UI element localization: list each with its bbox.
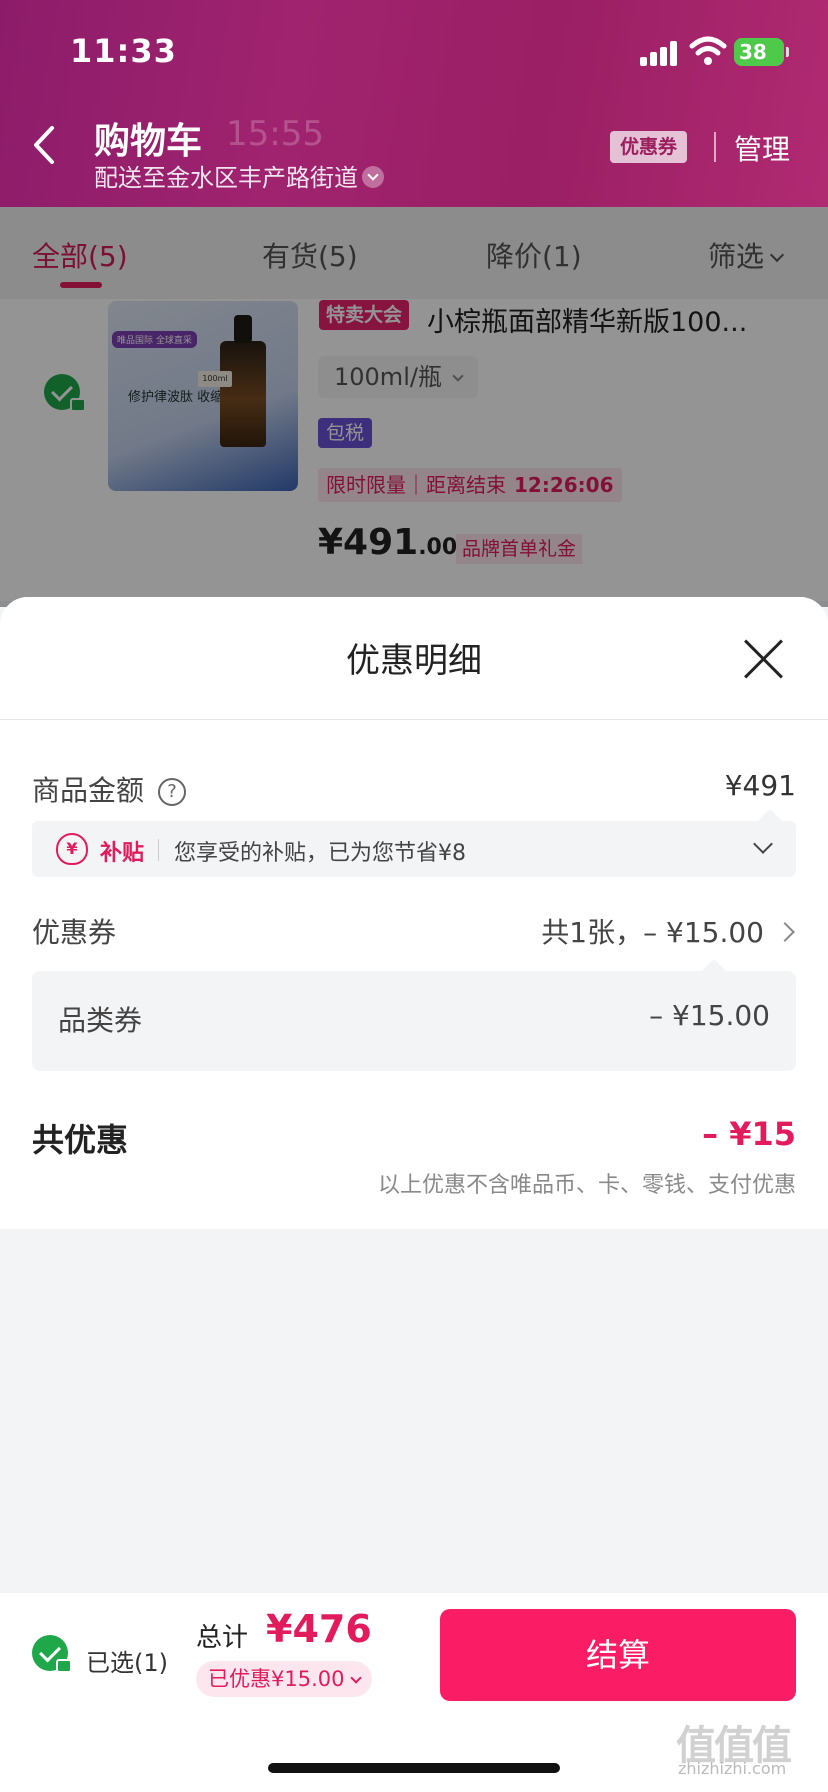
lock-icon [56,1659,72,1673]
chevron-right-icon [775,922,795,942]
sheet-title: 优惠明细 [346,641,482,681]
cart-timer: 15:55 [226,114,324,154]
coupon-value: 共1张，– ¥15.00 [541,916,764,949]
signal-icon [640,40,680,66]
checkout-bar: 已选(1) 总计 ¥476 已优惠¥15.00 结算 值值值 zhizhizhi… [0,1593,828,1792]
checkout-button[interactable]: 结算 [440,1609,796,1701]
divider [0,719,828,720]
page-title: 购物车 [94,121,203,162]
goods-amount-text: 商品金额 [32,774,145,807]
saved-text: 已优惠¥15.00 [208,1667,345,1691]
header-divider [714,132,716,162]
sheet-content: 优惠明细 商品金额? ¥491 ¥ 补贴 您享受的补贴，已为您节省¥8 优惠券 … [0,597,828,1229]
modal-overlay[interactable] [0,207,828,607]
selected-count: 已选(1) [86,1649,168,1677]
total-discount-label: 共优惠 [32,1121,129,1159]
battery-icon: 38 [734,38,789,66]
goods-amount-value: ¥491 [724,769,796,802]
back-icon[interactable] [28,124,60,166]
home-indicator[interactable] [268,1763,560,1773]
discount-detail-toggle[interactable]: 已优惠¥15.00 [196,1661,373,1697]
delivery-address[interactable]: 配送至金水区丰产路街道 [94,158,384,193]
goods-amount-label: 商品金额? [32,769,187,809]
address-text: 配送至金水区丰产路街道 [94,164,358,192]
chevron-down-icon [350,1672,363,1684]
manage-button[interactable]: 管理 [734,128,790,168]
status-time: 11:33 [70,32,177,70]
divider [158,839,159,861]
category-coupon-label: 品类券 [58,1004,143,1037]
total-label: 总计 [196,1623,249,1653]
category-coupon-box: 品类券 – ¥15.00 [32,959,796,1071]
close-icon[interactable] [742,637,786,681]
category-coupon-value: – ¥15.00 [649,999,770,1032]
subsidy-text: 您享受的补贴，已为您节省¥8 [174,841,466,866]
coupon-summary[interactable]: 共1张，– ¥15.00 [541,911,796,951]
chevron-down-icon [362,166,384,188]
discount-note: 以上优惠不含唯品币、卡、零钱、支付优惠 [377,1173,796,1198]
total-price: ¥476 [266,1607,372,1651]
subsidy-tag: 补贴 [100,841,145,866]
wifi-icon [689,36,727,65]
chevron-down-icon [753,834,773,854]
subsidy-row[interactable]: ¥ 补贴 您享受的补贴，已为您节省¥8 [32,809,796,877]
help-icon[interactable]: ? [158,778,187,806]
coupon-label: 优惠券 [32,916,117,949]
money-bag-icon: ¥ [56,833,88,865]
coupon-button[interactable]: 优惠券 [610,131,688,163]
watermark-url: zhizhizhi.com [678,1759,787,1778]
header: 11:33 38 购物车 15:55 配送至金水区丰产路街道 优惠券 管理 [0,0,828,207]
total-discount-value: – ¥15 [702,1115,796,1153]
